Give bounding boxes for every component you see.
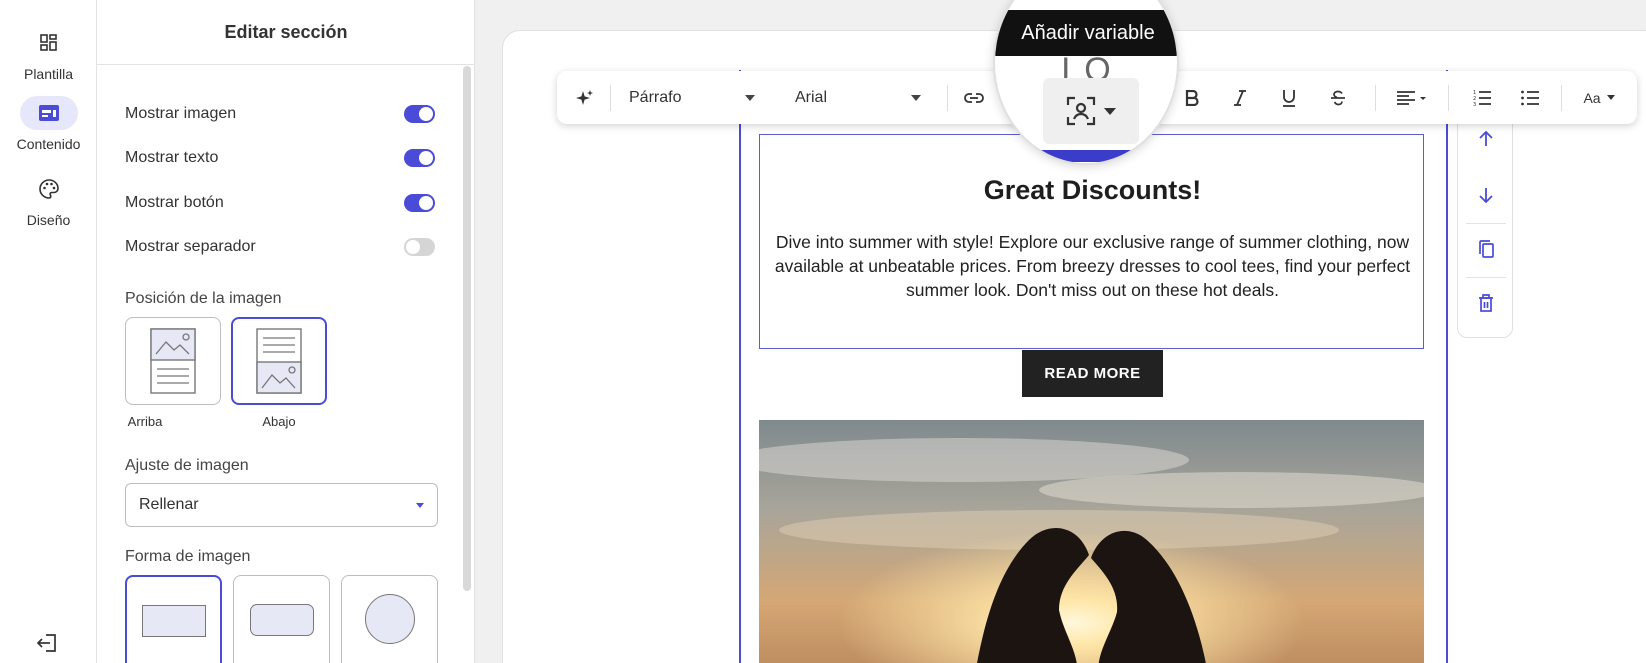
- chevron-down-icon: [911, 95, 921, 101]
- sunset-heart-hands-image: [759, 420, 1424, 663]
- add-variable-button[interactable]: [1043, 78, 1139, 144]
- toggle-row-show-button: Mostrar botón: [125, 191, 435, 215]
- nav-item-label: Diseño: [26, 212, 71, 228]
- text-block[interactable]: Great Discounts! Dive into summer with s…: [759, 134, 1424, 349]
- toggle-label: Mostrar botón: [125, 194, 224, 211]
- rectangle-shape-icon: [141, 605, 206, 637]
- image-position-label: Posición de la imagen: [125, 290, 282, 307]
- email-body-text[interactable]: Dive into summer with style! Explore our…: [768, 230, 1417, 302]
- divider: [97, 64, 475, 65]
- image-bottom-icon: [256, 328, 302, 394]
- delete-button[interactable]: [1458, 283, 1514, 323]
- image-position-bottom-option[interactable]: [231, 317, 327, 405]
- italic-icon: [1234, 89, 1246, 106]
- image-position-top-option[interactable]: [125, 317, 221, 405]
- bullet-list-icon: [1521, 90, 1539, 105]
- exit-icon[interactable]: [36, 634, 58, 657]
- panel-scrollbar[interactable]: [463, 66, 471, 591]
- circle-shape-icon: [364, 594, 415, 644]
- toggle-row-show-text: Mostrar texto: [125, 146, 435, 170]
- duplicate-button[interactable]: [1458, 229, 1514, 269]
- strikethrough-icon: [1331, 90, 1345, 105]
- trash-icon: [1479, 294, 1493, 312]
- strikethrough-button[interactable]: [1323, 71, 1353, 124]
- toggle-row-show-separator: Mostrar separador: [125, 235, 435, 259]
- ordered-list-icon: 123: [1473, 90, 1491, 106]
- toolbar-divider: [610, 85, 611, 111]
- font-family-value: Arial: [795, 88, 828, 106]
- bullet-list-button[interactable]: [1515, 71, 1545, 124]
- rounded-shape-icon: [249, 604, 314, 636]
- shape-circle-option[interactable]: [341, 575, 438, 663]
- bold-icon: [1185, 89, 1199, 106]
- image-top-icon: [150, 328, 196, 394]
- image-position-caption: Arriba: [127, 414, 163, 429]
- read-more-button[interactable]: READ MORE: [1022, 350, 1163, 397]
- panel-title: Editar sección: [224, 22, 348, 42]
- show-separator-toggle[interactable]: [404, 238, 435, 256]
- chevron-down-icon: [1104, 107, 1116, 115]
- layout-icon: [19, 96, 78, 130]
- ai-assist-button[interactable]: [571, 71, 599, 124]
- divider: [1466, 277, 1506, 278]
- palette-icon: [20, 172, 78, 206]
- grid-icon: [20, 26, 78, 60]
- svg-text:3: 3: [1473, 102, 1476, 106]
- hero-image[interactable]: [759, 420, 1424, 663]
- bold-button[interactable]: [1177, 71, 1207, 124]
- ordered-list-button[interactable]: 123: [1467, 71, 1497, 124]
- link-icon: [964, 92, 984, 103]
- toggle-row-show-image: Mostrar imagen: [125, 102, 435, 126]
- copy-icon: [1479, 240, 1494, 258]
- underline-icon: [1283, 89, 1295, 107]
- text-size-button[interactable]: Aa: [1577, 71, 1621, 124]
- chevron-down-icon: [416, 502, 424, 508]
- toolbar-divider: [1448, 85, 1449, 111]
- toggle-label: Mostrar separador: [125, 238, 256, 255]
- toggle-label: Mostrar texto: [125, 149, 219, 166]
- add-variable-tooltip: Añadir variable: [995, 10, 1177, 56]
- shape-rounded-option[interactable]: [233, 575, 330, 663]
- toggle-label: Mostrar imagen: [125, 105, 237, 122]
- image-fit-select[interactable]: Rellenar: [125, 483, 438, 527]
- image-shape-label: Forma de imagen: [125, 548, 251, 565]
- nav-item-label: Contenido: [16, 136, 81, 152]
- show-image-toggle[interactable]: [404, 105, 435, 123]
- image-position-caption: Abajo: [262, 414, 296, 429]
- person-variable-icon: [1066, 96, 1096, 126]
- nav-rail: Plantilla Contenido Diseño: [0, 0, 97, 663]
- arrow-up-icon: [1479, 130, 1493, 146]
- underline-button[interactable]: [1274, 71, 1304, 124]
- divider: [1466, 223, 1506, 224]
- link-button[interactable]: [959, 71, 989, 124]
- nav-item-contenido[interactable]: Contenido: [0, 96, 97, 152]
- nav-item-plantilla[interactable]: Plantilla: [0, 26, 97, 82]
- chevron-down-icon: [1606, 95, 1615, 100]
- show-text-toggle[interactable]: [404, 149, 435, 167]
- align-left-icon: [1397, 90, 1426, 105]
- show-button-toggle[interactable]: [404, 194, 435, 212]
- image-fit-label: Ajuste de imagen: [125, 457, 249, 474]
- sparkle-icon: [576, 89, 593, 105]
- shape-rectangle-option[interactable]: [125, 575, 222, 663]
- toolbar-divider: [947, 85, 948, 111]
- section-actions: [1457, 114, 1513, 338]
- arrow-down-icon: [1479, 188, 1493, 204]
- selection-indicator: [1035, 150, 1145, 162]
- nav-item-diseno[interactable]: Diseño: [0, 172, 97, 228]
- text-size-label: Aa: [1583, 89, 1601, 106]
- move-down-button[interactable]: [1458, 175, 1514, 215]
- email-heading[interactable]: Great Discounts!: [760, 175, 1425, 206]
- toolbar-divider: [1561, 85, 1562, 111]
- toolbar-divider: [1375, 85, 1376, 111]
- nav-item-label: Plantilla: [23, 66, 74, 82]
- align-button[interactable]: [1391, 71, 1431, 124]
- image-fit-value: Rellenar: [139, 496, 199, 513]
- italic-button[interactable]: [1225, 71, 1255, 124]
- chevron-down-icon: [745, 95, 755, 101]
- edit-section-panel: Editar sección Mostrar imagen Mostrar te…: [97, 0, 475, 663]
- move-up-button[interactable]: [1458, 119, 1514, 159]
- paragraph-style-value: Párrafo: [629, 88, 682, 106]
